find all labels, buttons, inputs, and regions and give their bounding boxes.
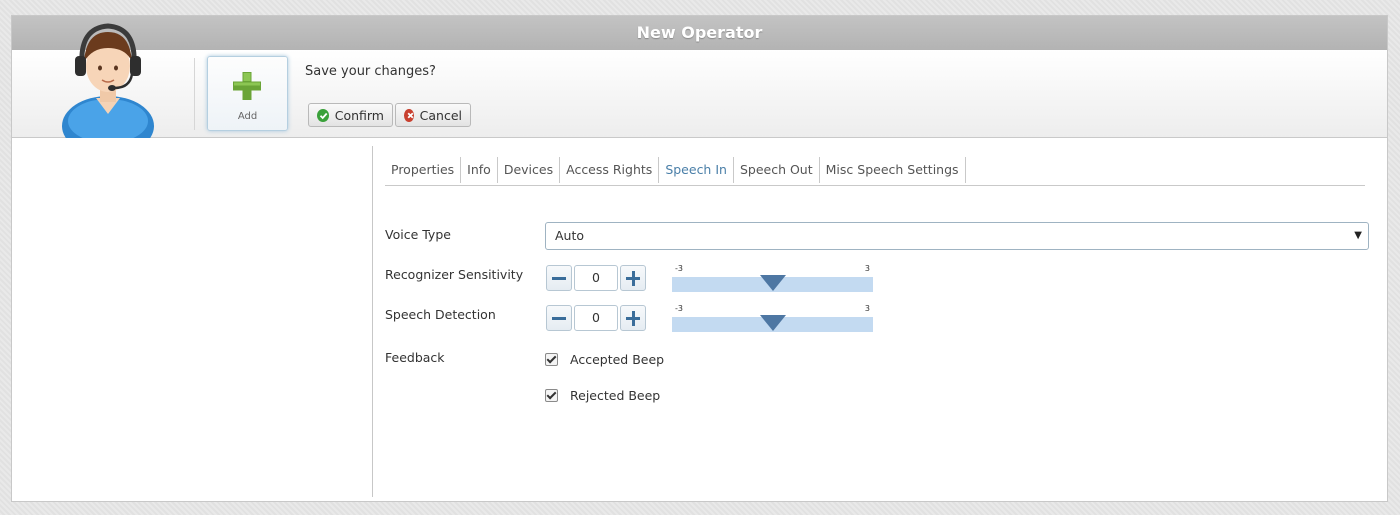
add-button-label: Add: [237, 111, 258, 122]
cancel-button[interactable]: Cancel: [395, 103, 471, 127]
tab-speech-out[interactable]: Speech Out: [734, 157, 820, 183]
operator-window: New Operator Add Save your changes? Conf…: [11, 15, 1388, 502]
speech-detection-slider[interactable]: -3 3: [672, 304, 873, 334]
recognizer-sensitivity-slider[interactable]: -3 3: [672, 264, 873, 294]
tab-access-rights[interactable]: Access Rights: [560, 157, 660, 183]
speech-detection-value[interactable]: 0: [574, 305, 618, 331]
speech-detection-label: Speech Detection: [385, 307, 496, 322]
confirm-button-label: Confirm: [334, 107, 384, 123]
tab-properties[interactable]: Properties: [385, 157, 462, 183]
recognizer-sensitivity-label: Recognizer Sensitivity: [385, 267, 524, 282]
add-button[interactable]: Add: [207, 56, 288, 131]
voice-type-label: Voice Type: [385, 227, 451, 242]
minus-icon: [552, 277, 566, 280]
toolbar: Add Save your changes? Confirm Cancel: [12, 23, 1387, 138]
operator-avatar-icon: [62, 23, 154, 138]
recognizer-sensitivity-stepper: 0: [546, 265, 647, 292]
rejected-beep-checkbox[interactable]: Rejected Beep: [545, 388, 660, 403]
slider-thumb[interactable]: [759, 275, 786, 291]
accepted-beep-checkbox[interactable]: Accepted Beep: [545, 352, 664, 367]
slider-max-label: 3: [864, 304, 870, 313]
voice-type-value: Auto: [555, 228, 585, 243]
left-panel: [12, 138, 372, 502]
dropdown-arrow-icon: ▼: [1354, 230, 1362, 241]
tab-info[interactable]: Info: [461, 157, 498, 183]
window-title: New Operator: [12, 16, 1387, 50]
plus-icon: [233, 72, 261, 100]
tab-devices[interactable]: Devices: [498, 157, 561, 183]
checkbox-checked-icon[interactable]: [545, 353, 558, 366]
feedback-label: Feedback: [385, 350, 445, 365]
speech-detection-stepper: 0: [546, 305, 647, 332]
slider-min-label: -3: [675, 264, 683, 273]
tab-misc-speech-settings[interactable]: Misc Speech Settings: [820, 157, 966, 183]
slider-min-label: -3: [675, 304, 683, 313]
check-icon: [317, 108, 329, 122]
toolbar-divider: [194, 58, 195, 130]
cancel-button-label: Cancel: [419, 107, 462, 123]
save-prompt: Save your changes?: [305, 64, 436, 79]
slider-max-label: 3: [864, 264, 870, 273]
rejected-beep-label: Rejected Beep: [570, 388, 661, 403]
accepted-beep-label: Accepted Beep: [570, 352, 665, 367]
speech-detection-decrement-button[interactable]: [546, 305, 572, 331]
voice-type-select[interactable]: Auto ▼: [545, 222, 1369, 250]
tab-bar: Properties Info Devices Access Rights Sp…: [385, 157, 1365, 186]
close-icon: [404, 108, 414, 122]
minus-icon: [552, 317, 566, 320]
recognizer-sensitivity-increment-button[interactable]: [620, 265, 646, 291]
checkbox-checked-icon[interactable]: [545, 389, 558, 402]
speech-detection-increment-button[interactable]: [620, 305, 646, 331]
confirm-button[interactable]: Confirm: [308, 103, 393, 127]
tab-speech-in[interactable]: Speech In: [659, 157, 734, 183]
recognizer-sensitivity-decrement-button[interactable]: [546, 265, 572, 291]
recognizer-sensitivity-value[interactable]: 0: [574, 265, 618, 291]
panel-divider: [372, 146, 373, 497]
slider-thumb[interactable]: [759, 315, 786, 331]
